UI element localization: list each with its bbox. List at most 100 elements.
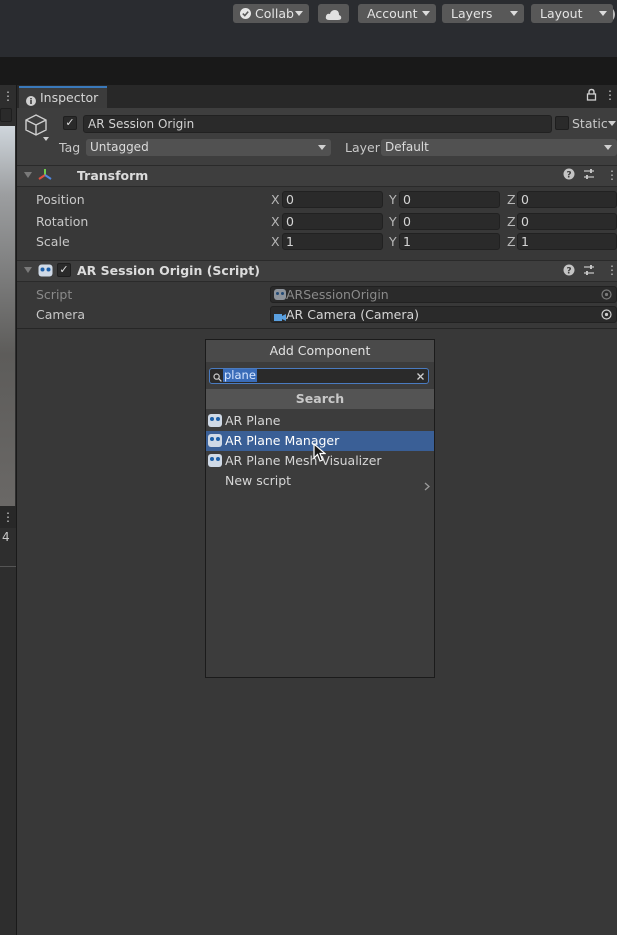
position-y-value: 0	[403, 192, 411, 207]
script-component-title: AR Session Origin (Script)	[77, 263, 260, 278]
transform-title: Transform	[77, 168, 149, 183]
axis-y-label: Y	[389, 214, 397, 229]
preset-sliders-icon[interactable]	[583, 264, 595, 279]
axis-y-label: Y	[389, 234, 397, 249]
tag-dropdown[interactable]: Untagged	[86, 139, 331, 156]
scale-x-value: 1	[286, 234, 294, 249]
fold-arrow-icon[interactable]	[24, 267, 32, 273]
position-x-field[interactable]: 0	[282, 191, 383, 208]
rotation-z-value: 0	[521, 214, 529, 229]
layers-label: Layers	[451, 6, 493, 21]
fold-arrow-icon[interactable]	[24, 172, 32, 178]
collab-button[interactable]: Collab	[233, 4, 309, 23]
kebab-menu-icon[interactable]: ⋮	[606, 168, 617, 182]
chevron-down-icon	[599, 11, 607, 16]
mouse-cursor-icon	[313, 442, 327, 466]
account-dropdown[interactable]: Account	[358, 4, 436, 23]
static-checkbox[interactable]	[555, 116, 569, 130]
kebab-menu-icon[interactable]: ⋮	[2, 89, 14, 103]
chevron-right-icon	[424, 477, 430, 497]
search-category-header: Search	[206, 389, 434, 409]
script-icon	[208, 434, 222, 447]
layout-label: Layout	[540, 6, 583, 21]
account-label: Account	[367, 6, 418, 21]
axis-z-label: Z	[507, 192, 516, 207]
new-script-item[interactable]: New script	[206, 471, 434, 491]
position-y-field[interactable]: 0	[399, 191, 500, 208]
rotation-x-field[interactable]: 0	[282, 213, 383, 230]
rotation-y-value: 0	[403, 214, 411, 229]
cloud-icon	[325, 7, 342, 26]
search-icon	[213, 371, 222, 385]
inspector-tab-bar	[17, 85, 617, 108]
script-icon	[208, 454, 222, 467]
chevron-down-icon	[604, 145, 612, 150]
position-z-value: 0	[521, 192, 529, 207]
svg-text:?: ?	[566, 267, 571, 277]
layer-dropdown[interactable]: Default	[381, 139, 617, 156]
scale-z-value: 1	[521, 234, 529, 249]
kebab-menu-icon[interactable]: ⋮	[604, 88, 616, 102]
layers-dropdown[interactable]: Layers	[442, 4, 524, 23]
lock-icon[interactable]	[586, 88, 597, 104]
section-divider	[17, 328, 617, 329]
rotation-y-field[interactable]: 0	[399, 213, 500, 230]
position-label: Position	[36, 192, 85, 207]
component-enabled-checkbox[interactable]: ✓	[57, 263, 71, 277]
preset-sliders-icon[interactable]	[583, 168, 595, 183]
script-icon	[208, 414, 222, 427]
script-file-icon	[274, 289, 286, 300]
scale-x-field[interactable]: 1	[282, 233, 383, 250]
clear-search-icon[interactable]	[416, 370, 425, 384]
help-icon[interactable]: ?	[563, 264, 575, 279]
svg-text:?: ?	[566, 171, 571, 181]
position-x-value: 0	[286, 192, 294, 207]
camera-value: AR Camera (Camera)	[286, 307, 420, 322]
gameobject-cube-icon[interactable]	[23, 113, 53, 146]
list-item-label: AR Plane Mesh Visualizer	[225, 453, 382, 468]
tag-value: Untagged	[90, 140, 149, 154]
kebab-menu-icon[interactable]: ⋮	[606, 263, 617, 277]
tab-inspector[interactable]: Inspector	[19, 86, 107, 108]
check-circle-icon	[239, 4, 252, 28]
rotation-z-field[interactable]: 0	[517, 213, 617, 230]
layout-dropdown[interactable]: Layout	[531, 4, 613, 23]
axis-z-label: Z	[507, 214, 516, 229]
active-checkbox[interactable]: ✓	[63, 116, 77, 130]
tag-label: Tag	[59, 140, 81, 155]
scale-y-field[interactable]: 1	[399, 233, 500, 250]
help-icon[interactable]: ?	[563, 168, 575, 183]
script-value: ARSessionOrigin	[286, 287, 389, 302]
axis-x-label: X	[271, 234, 280, 249]
scale-z-field[interactable]: 1	[517, 233, 617, 250]
collab-label: Collab	[255, 6, 294, 21]
static-label: Static	[572, 116, 608, 131]
scene-view-preview[interactable]	[0, 126, 15, 506]
panel-number: 4	[2, 530, 10, 544]
rotation-label: Rotation	[36, 214, 89, 229]
object-name-field[interactable]: AR Session Origin	[83, 115, 552, 133]
search-query-text: plane	[223, 368, 257, 382]
script-object-field: ARSessionOrigin	[270, 286, 617, 303]
chevron-down-icon	[422, 11, 430, 16]
cloud-button[interactable]	[318, 4, 349, 23]
chevron-down-icon	[510, 11, 518, 16]
scale-y-value: 1	[403, 234, 411, 249]
list-item-label: AR Plane	[225, 413, 281, 428]
axis-x-label: X	[271, 214, 280, 229]
static-dropdown-caret-icon[interactable]	[608, 121, 616, 126]
axis-z-label: Z	[507, 234, 516, 249]
camera-object-field[interactable]: AR Camera (Camera)	[270, 306, 617, 323]
scene-search-field[interactable]	[0, 108, 12, 122]
main-toolbar	[0, 57, 617, 85]
add-component-title: Add Component	[206, 340, 434, 362]
position-z-field[interactable]: 0	[517, 191, 617, 208]
object-picker-icon[interactable]	[601, 308, 612, 323]
new-script-label: New script	[225, 473, 292, 488]
kebab-menu-icon[interactable]: ⋮	[2, 510, 14, 524]
object-picker-icon	[601, 288, 612, 303]
layer-value: Default	[385, 140, 429, 154]
script-icon	[38, 264, 53, 280]
list-item[interactable]: AR Plane	[206, 411, 434, 431]
divider	[0, 566, 16, 567]
